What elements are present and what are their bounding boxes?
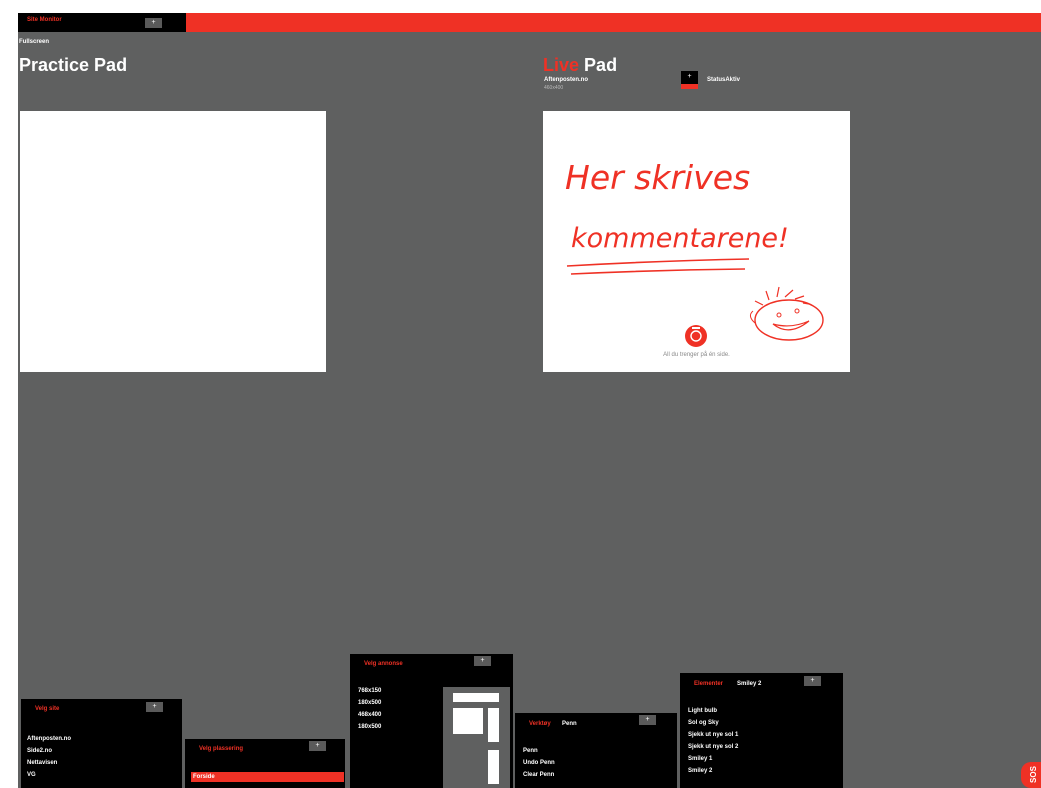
element-option-light-bulb[interactable]: Light bulb (688, 708, 717, 714)
ad-option-468x400[interactable]: 468x400 (358, 712, 381, 718)
ad-preview-skyscraper-1 (488, 708, 499, 742)
app-stage: Site Monitor + Fullscreen Practice Pad L… (18, 13, 1041, 788)
element-option-smiley-2[interactable]: Smiley 2 (688, 768, 712, 774)
elements-panel: Elementer Smiley 2 + Light bulb Sol og S… (680, 673, 843, 788)
elements-panel-selected: Smiley 2 (737, 681, 762, 687)
site-option-side2[interactable]: Side2.no (27, 748, 52, 754)
tool-panel-title: Verktøy (529, 721, 551, 727)
site-panel-toggle-button[interactable]: + (146, 702, 163, 712)
top-bar: Site Monitor + (18, 13, 1041, 32)
tool-panel-toggle-button[interactable]: + (639, 715, 656, 725)
live-heading-rest: Pad (584, 55, 618, 75)
site-option-nettavisen[interactable]: Nettavisen (27, 760, 57, 766)
tool-panel-selected: Penn (562, 721, 577, 727)
element-option-sjekk-sol-2[interactable]: Sjekk ut nye sol 2 (688, 744, 738, 750)
live-pad-tagline: All du trenger på én side. (663, 352, 730, 358)
site-panel-title: Velg site (35, 706, 60, 712)
live-pad-heading: Live Pad (543, 55, 617, 76)
live-heading-accent: Live (543, 55, 580, 75)
placement-panel-title: Velg plassering (199, 746, 244, 752)
handwriting-line-2: kommentarene! (571, 223, 789, 254)
ad-panel-title: Velg annonse (364, 661, 403, 667)
live-site-size: 460x400 (544, 85, 564, 91)
tool-option-penn[interactable]: Penn (523, 748, 538, 754)
site-panel: Velg site + Aftenposten.no Side2.no Nett… (21, 699, 182, 788)
practice-pad-canvas[interactable] (20, 111, 326, 372)
ad-layout-preview (443, 687, 510, 788)
ad-preview-banner (453, 693, 499, 702)
placement-option-forside[interactable]: Forside (191, 772, 344, 782)
ad-panel-toggle-button[interactable]: + (474, 656, 491, 666)
live-pad-canvas[interactable]: Her skrives kommentarene! All du trenger… (543, 111, 850, 372)
handwriting-line-1: Her skrives (565, 158, 750, 197)
status-toggle-button[interactable]: + (681, 71, 698, 89)
ad-size-panel: Velg annonse + 768x150 180x500 468x400 1… (350, 654, 513, 788)
handwriting-drawing: Her skrives kommentarene! (565, 158, 824, 347)
sos-badge-label: SOS (1028, 766, 1038, 783)
sos-logo-icon (685, 325, 707, 347)
placement-panel-toggle-button[interactable]: + (309, 741, 326, 751)
site-monitor-toggle-button[interactable]: + (145, 18, 162, 28)
practice-pad-heading: Practice Pad (19, 55, 128, 75)
site-monitor-title: Site Monitor (27, 17, 62, 23)
site-option-vg[interactable]: VG (27, 772, 36, 778)
element-option-sol-og-sky[interactable]: Sol og Sky (688, 720, 719, 726)
elements-panel-toggle-button[interactable]: + (804, 676, 821, 686)
fullscreen-link[interactable]: Fullscreen (19, 39, 49, 45)
element-option-sjekk-sol-1[interactable]: Sjekk ut nye sol 1 (688, 732, 738, 738)
status-toggle-icon: + (687, 73, 692, 80)
site-monitor-tab[interactable]: Site Monitor + (18, 13, 186, 32)
ad-option-180x500[interactable]: 180x500 (358, 700, 381, 706)
status-label: StatusAktiv (707, 77, 741, 83)
status-indicator (681, 84, 698, 89)
ad-option-768x150[interactable]: 768x150 (358, 688, 381, 694)
ad-preview-skyscraper-2 (488, 750, 499, 784)
tool-panel: Verktøy Penn + Penn Undo Penn Clear Penn (515, 713, 677, 788)
sos-badge[interactable]: SOS (1021, 762, 1041, 788)
underline-strokes (566, 258, 750, 275)
tool-option-clear-penn[interactable]: Clear Penn (523, 772, 554, 778)
ad-option-180x500-b[interactable]: 180x500 (358, 724, 381, 730)
elements-panel-title: Elementer (694, 681, 724, 687)
tool-option-undo-penn[interactable]: Undo Penn (523, 760, 555, 766)
ad-preview-box (453, 708, 483, 734)
smiley-face-drawing (749, 286, 824, 341)
live-site-name: Aftenposten.no (544, 77, 588, 83)
site-option-aftenposten[interactable]: Aftenposten.no (27, 736, 71, 742)
placement-panel: Velg plassering + Forside (185, 739, 345, 788)
element-option-smiley-1[interactable]: Smiley 1 (688, 756, 712, 762)
